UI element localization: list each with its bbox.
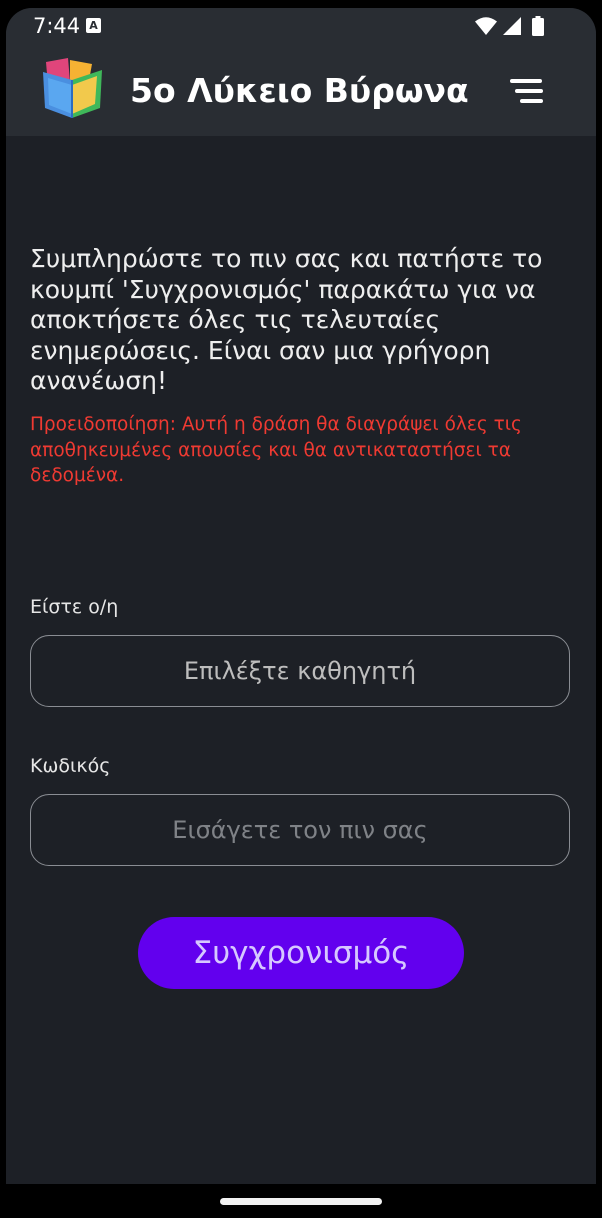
signal-icon — [503, 17, 521, 35]
teacher-select-placeholder: Επιλέξτε καθηγητή — [183, 657, 417, 685]
sync-form: Συμπληρώστε το πιν σας και πατήστε το κο… — [6, 136, 596, 1184]
app-title: 5ο Λύκειο Βύρωνα — [130, 71, 469, 110]
status-time: 7:44 — [33, 14, 81, 38]
battery-icon — [532, 16, 544, 36]
open-book-logo — [43, 58, 102, 118]
font-a-icon: A — [86, 18, 101, 33]
pin-input[interactable] — [30, 794, 570, 866]
sync-button[interactable]: Συγχρονισμός — [138, 917, 464, 989]
teacher-select[interactable]: Επιλέξτε καθηγητή — [30, 635, 570, 707]
menu-button[interactable] — [502, 74, 552, 110]
navigation-handle[interactable] — [220, 1198, 382, 1205]
teacher-field-label: Είστε ο/η — [30, 596, 119, 618]
app-bar: 5ο Λύκειο Βύρωνα — [6, 44, 596, 136]
app-screen: 7:44 A 5ο Λύκειο Βύρωνα Συμπληρώστε το π… — [6, 8, 596, 1184]
warning-text: Προειδοποίηση: Αυτή η δράση θα διαγράψει… — [30, 414, 522, 486]
menu-icon — [510, 79, 543, 103]
code-field-label: Κωδικός — [30, 755, 111, 777]
wifi-icon — [475, 17, 497, 35]
intro-text: Συμπληρώστε το πιν σας και πατήστε το κο… — [30, 244, 543, 395]
status-bar: 7:44 A — [6, 8, 596, 44]
